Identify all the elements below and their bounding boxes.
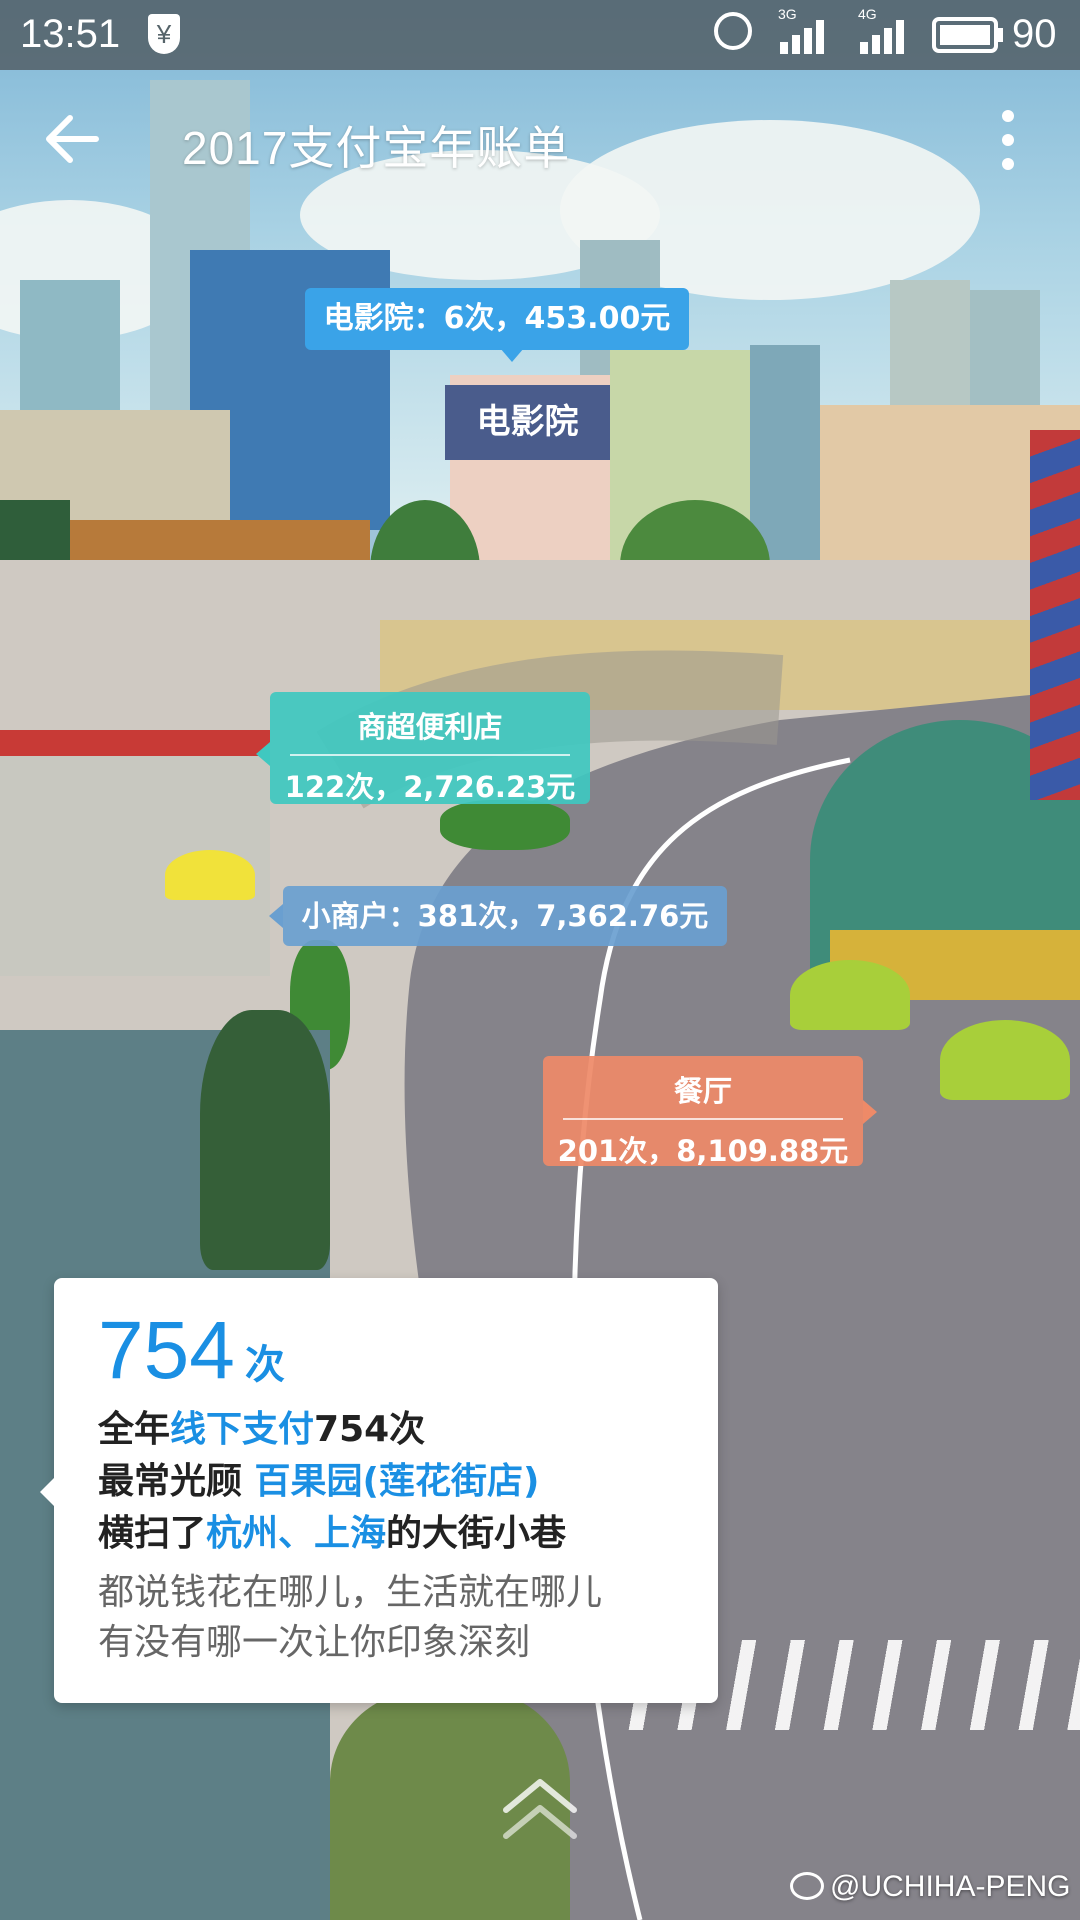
page-title: 2017支付宝年账单 [182,122,571,174]
favorite-store: 百果园(莲花街店) [254,1461,540,1502]
bubble-pointer [256,742,270,766]
status-time: 13:51 [20,12,121,56]
summary-text: 的大街小巷 [386,1513,567,1554]
battery-percentage: 90 [1012,12,1057,56]
summary-line-1: 全年线下支付754次 [98,1404,674,1456]
summary-text: 最常光顾 [98,1461,255,1502]
alipay-shield-icon: ¥ [148,14,180,54]
striped-tower [1030,430,1080,800]
cinema-stat-text: 电影院：6次，453.00元 [323,301,671,336]
summary-line-2: 最常光顾 百果园(莲花街店) [98,1456,674,1508]
battery-icon [932,17,1003,53]
payment-count-unit: 次 [244,1342,285,1388]
watermark: @UCHIHA-PENG [790,1870,1070,1904]
alarm-icon [714,12,752,50]
payment-count-row: 754 次 [98,1304,674,1404]
summary-highlight: 线下支付 [170,1409,315,1450]
supermarket-value: 122次，2,726.23元 [284,770,576,804]
swipe-up-chevron-icon[interactable] [500,1776,580,1846]
summary-card: 754 次 全年线下支付754次 最常光顾 百果园(莲花街店) 横扫了杭州、上海的… [54,1278,718,1703]
more-options-icon[interactable] [996,108,1020,172]
summary-line-4: 都说钱花在哪儿，生活就在哪儿 [98,1572,603,1613]
divider [563,1118,843,1120]
signal-icon [780,20,824,54]
card-pointer [40,1478,54,1506]
cinema-stat-bubble[interactable]: 电影院：6次，453.00元 [305,288,689,350]
status-bar: 13:51 ¥ 3G 4G 90 [0,0,1080,70]
supermarket-title: 商超便利店 [357,710,503,744]
back-arrow-icon[interactable] [44,114,100,164]
summary-text: 全年 [98,1409,171,1450]
payment-count: 754 [98,1305,235,1396]
small-merchant-stat-text: 小商户：381次，7,362.76元 [301,899,709,933]
bubble-pointer [269,904,283,928]
tree [200,1010,330,1270]
umbrella [790,960,910,1030]
supermarket-stat-bubble[interactable]: 商超便利店 122次，2,726.23元 [270,692,590,804]
watermark-text: @UCHIHA-PENG [830,1870,1071,1903]
summary-line-3: 横扫了杭州、上海的大街小巷 [98,1508,674,1560]
bubble-pointer [863,1100,877,1124]
summary-text: 横扫了 [98,1513,207,1554]
bubble-pointer [500,348,524,362]
restaurant-title: 餐厅 [673,1074,732,1108]
cities-highlight: 杭州、上海 [206,1513,387,1554]
restaurant-value: 201次，8,109.88元 [557,1134,849,1168]
signal-icon [860,20,904,54]
small-merchant-stat-bubble[interactable]: 小商户：381次，7,362.76元 [283,886,727,946]
summary-line-5: 有没有哪一次让你印象深刻 [98,1622,531,1663]
umbrella [940,1020,1070,1100]
divider [290,754,570,756]
weibo-icon [790,1872,824,1900]
yellow-umbrella [165,850,255,900]
restaurant-stat-bubble[interactable]: 餐厅 201次，8,109.88元 [543,1056,863,1168]
hedge [440,800,570,850]
summary-text: 754次 [314,1409,426,1450]
